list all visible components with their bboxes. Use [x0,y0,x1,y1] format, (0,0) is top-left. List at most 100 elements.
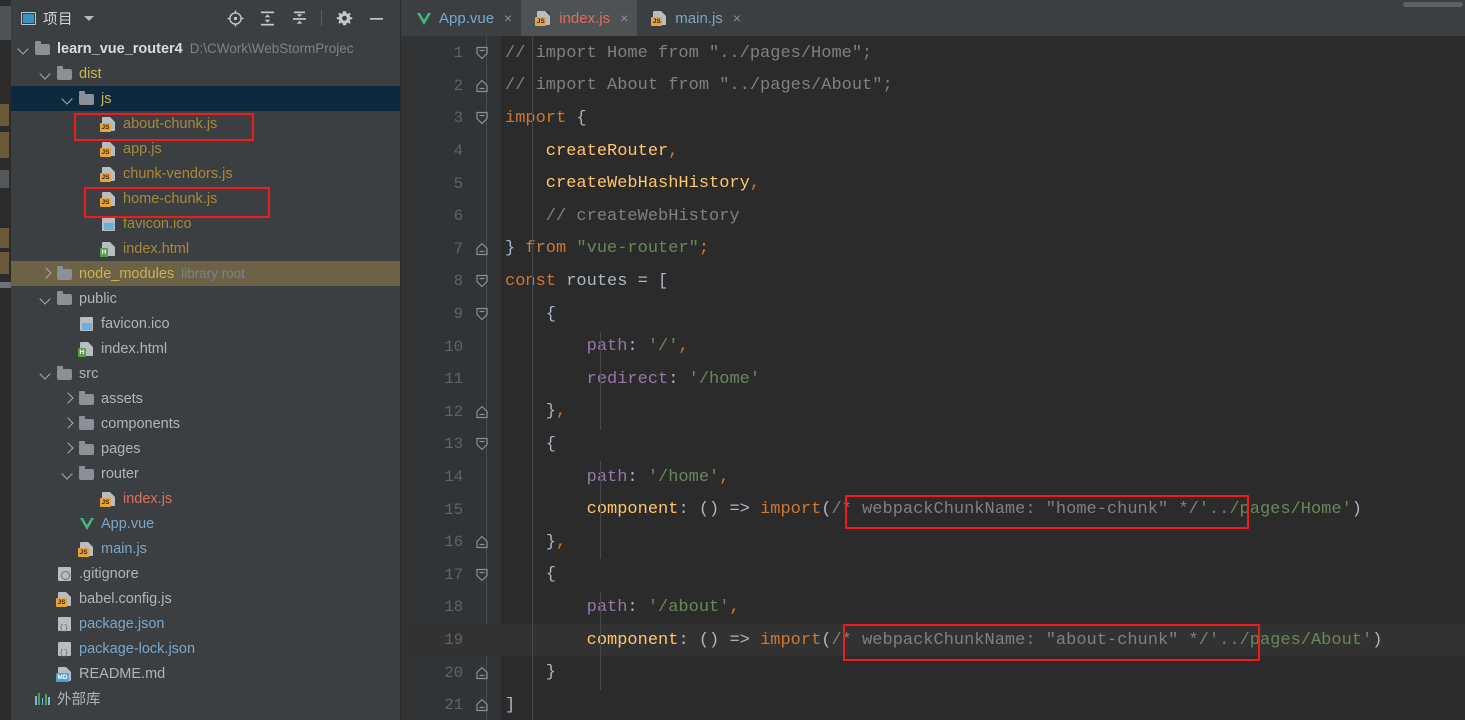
code-fold-marker[interactable] [463,689,501,720]
editor-tab-bar[interactable]: App.vue × JS index.js × JS main.js × [401,0,1465,36]
code-fold-marker[interactable] [463,526,501,559]
tree-row[interactable]: package-lock.json [11,636,400,661]
tree-row[interactable]: public [11,286,400,311]
code-fold-marker[interactable] [463,70,501,103]
tree-row[interactable]: package.json [11,611,400,636]
editor-tab[interactable]: App.vue × [401,0,521,36]
tree-row[interactable]: App.vue [11,511,400,536]
project-panel-title-group[interactable]: 项目 [21,8,94,29]
settings-gear-icon[interactable] [334,8,354,28]
code-line[interactable]: 21] [401,689,1465,720]
code-fold-marker[interactable] [463,624,501,657]
tree-row[interactable]: MD README.md [11,661,400,686]
code-line[interactable]: 7} from "vue-router"; [401,233,1465,266]
chevron-down-icon[interactable] [41,68,52,79]
code-fold-marker[interactable] [463,363,501,396]
code-line[interactable]: 8 const routes = [ [401,265,1465,298]
code-line[interactable]: 6 // createWebHistory [401,200,1465,233]
code-line[interactable]: 2 // import About from "../pages/About"; [401,70,1465,103]
chevron-down-icon[interactable] [19,43,30,54]
code-fold-marker[interactable] [463,493,501,526]
code-line[interactable]: 12 }, [401,396,1465,429]
tree-row[interactable]: JS about-chunk.js [11,111,400,136]
code-line[interactable]: 13 { [401,428,1465,461]
tree-row[interactable]: .gitignore [11,561,400,586]
code-line[interactable]: 1 // import Home from "../pages/Home"; [401,37,1465,70]
code-fold-marker[interactable] [463,559,501,592]
code-line[interactable]: 11 redirect: '/home' [401,363,1465,396]
horizontal-scrollbar[interactable] [1403,2,1463,7]
code-fold-marker[interactable] [463,461,501,494]
tree-row[interactable]: 外部库 [11,686,400,711]
code-fold-marker[interactable] [463,298,501,331]
code-line[interactable]: 16 }, [401,526,1465,559]
project-file-tree[interactable]: learn_vue_router4 D:\CWork\WebStormProjec… [11,36,400,711]
chevron-down-icon[interactable] [41,293,52,304]
tree-row[interactable]: Hindex.html [11,336,400,361]
js-file-icon: JS [100,191,118,207]
tree-row[interactable]: src [11,361,400,386]
tree-row[interactable]: node_modules library root [11,261,400,286]
tree-row[interactable]: JS index.js [11,486,400,511]
tree-row[interactable]: JS babel.config.js [11,586,400,611]
js-file-icon: JS [100,116,118,132]
code-fold-marker[interactable] [463,396,501,429]
code-token: '/' [647,337,679,357]
tree-row[interactable]: JS main.js [11,536,400,561]
code-fold-marker[interactable] [463,37,501,70]
editor-tab[interactable]: JS index.js × [521,0,638,36]
tree-row[interactable]: components [11,411,400,436]
code-fold-marker[interactable] [463,233,501,266]
tree-row[interactable]: favicon.ico [11,311,400,336]
tree-row[interactable]: favicon.ico [11,211,400,236]
code-line[interactable]: 10 path: '/', [401,330,1465,363]
chevron-right-icon[interactable] [63,393,74,404]
code-fold-marker[interactable] [463,102,501,135]
code-line[interactable]: 3 import { [401,102,1465,135]
tree-row[interactable]: JS home-chunk.js [11,186,400,211]
code-line[interactable]: 19 component: () => import(/* webpackChu… [401,623,1465,657]
code-editor[interactable]: 1 // import Home from "../pages/Home"; 2 //… [401,36,1465,720]
chevron-right-icon[interactable] [63,418,74,429]
chevron-down-icon[interactable] [84,15,94,21]
chevron-down-icon[interactable] [63,93,74,104]
tree-row[interactable]: dist [11,61,400,86]
chevron-down-icon[interactable] [41,368,52,379]
code-line[interactable]: 5 createWebHashHistory, [401,167,1465,200]
code-line[interactable]: 14 path: '/home', [401,461,1465,494]
tree-row[interactable]: JS app.js [11,136,400,161]
tree-row[interactable]: assets [11,386,400,411]
chevron-right-icon[interactable] [41,268,52,279]
tree-row[interactable]: pages [11,436,400,461]
code-fold-marker[interactable] [463,330,501,363]
tree-row[interactable]: JS chunk-vendors.js [11,161,400,186]
code-fold-marker[interactable] [463,200,501,233]
expand-all-icon[interactable] [257,8,277,28]
tree-row[interactable]: js [11,86,400,111]
locate-icon[interactable] [225,8,245,28]
code-line[interactable]: 20 } [401,656,1465,689]
code-token: => [719,630,761,650]
close-icon[interactable]: × [733,11,741,25]
tree-row[interactable]: learn_vue_router4 D:\CWork\WebStormProjec [11,36,400,61]
code-fold-marker[interactable] [463,135,501,168]
code-line[interactable]: 18 path: '/about', [401,591,1465,624]
chevron-right-icon[interactable] [63,443,74,454]
code-line[interactable]: 15 component: () => import(/* webpackChu… [401,493,1465,526]
code-fold-marker[interactable] [463,656,501,689]
chevron-down-icon[interactable] [63,468,74,479]
code-line[interactable]: 4 createRouter, [401,135,1465,168]
code-line[interactable]: 9 { [401,298,1465,331]
code-fold-marker[interactable] [463,167,501,200]
tree-row[interactable]: router [11,461,400,486]
code-fold-marker[interactable] [463,265,501,298]
close-icon[interactable]: × [504,11,512,25]
code-line[interactable]: 17 { [401,559,1465,592]
code-fold-marker[interactable] [463,428,501,461]
close-icon[interactable]: × [620,11,628,25]
code-fold-marker[interactable] [463,591,501,624]
editor-tab[interactable]: JS main.js × [637,0,750,36]
collapse-all-icon[interactable] [289,8,309,28]
minimize-icon[interactable] [366,8,386,28]
tree-row[interactable]: Hindex.html [11,236,400,261]
